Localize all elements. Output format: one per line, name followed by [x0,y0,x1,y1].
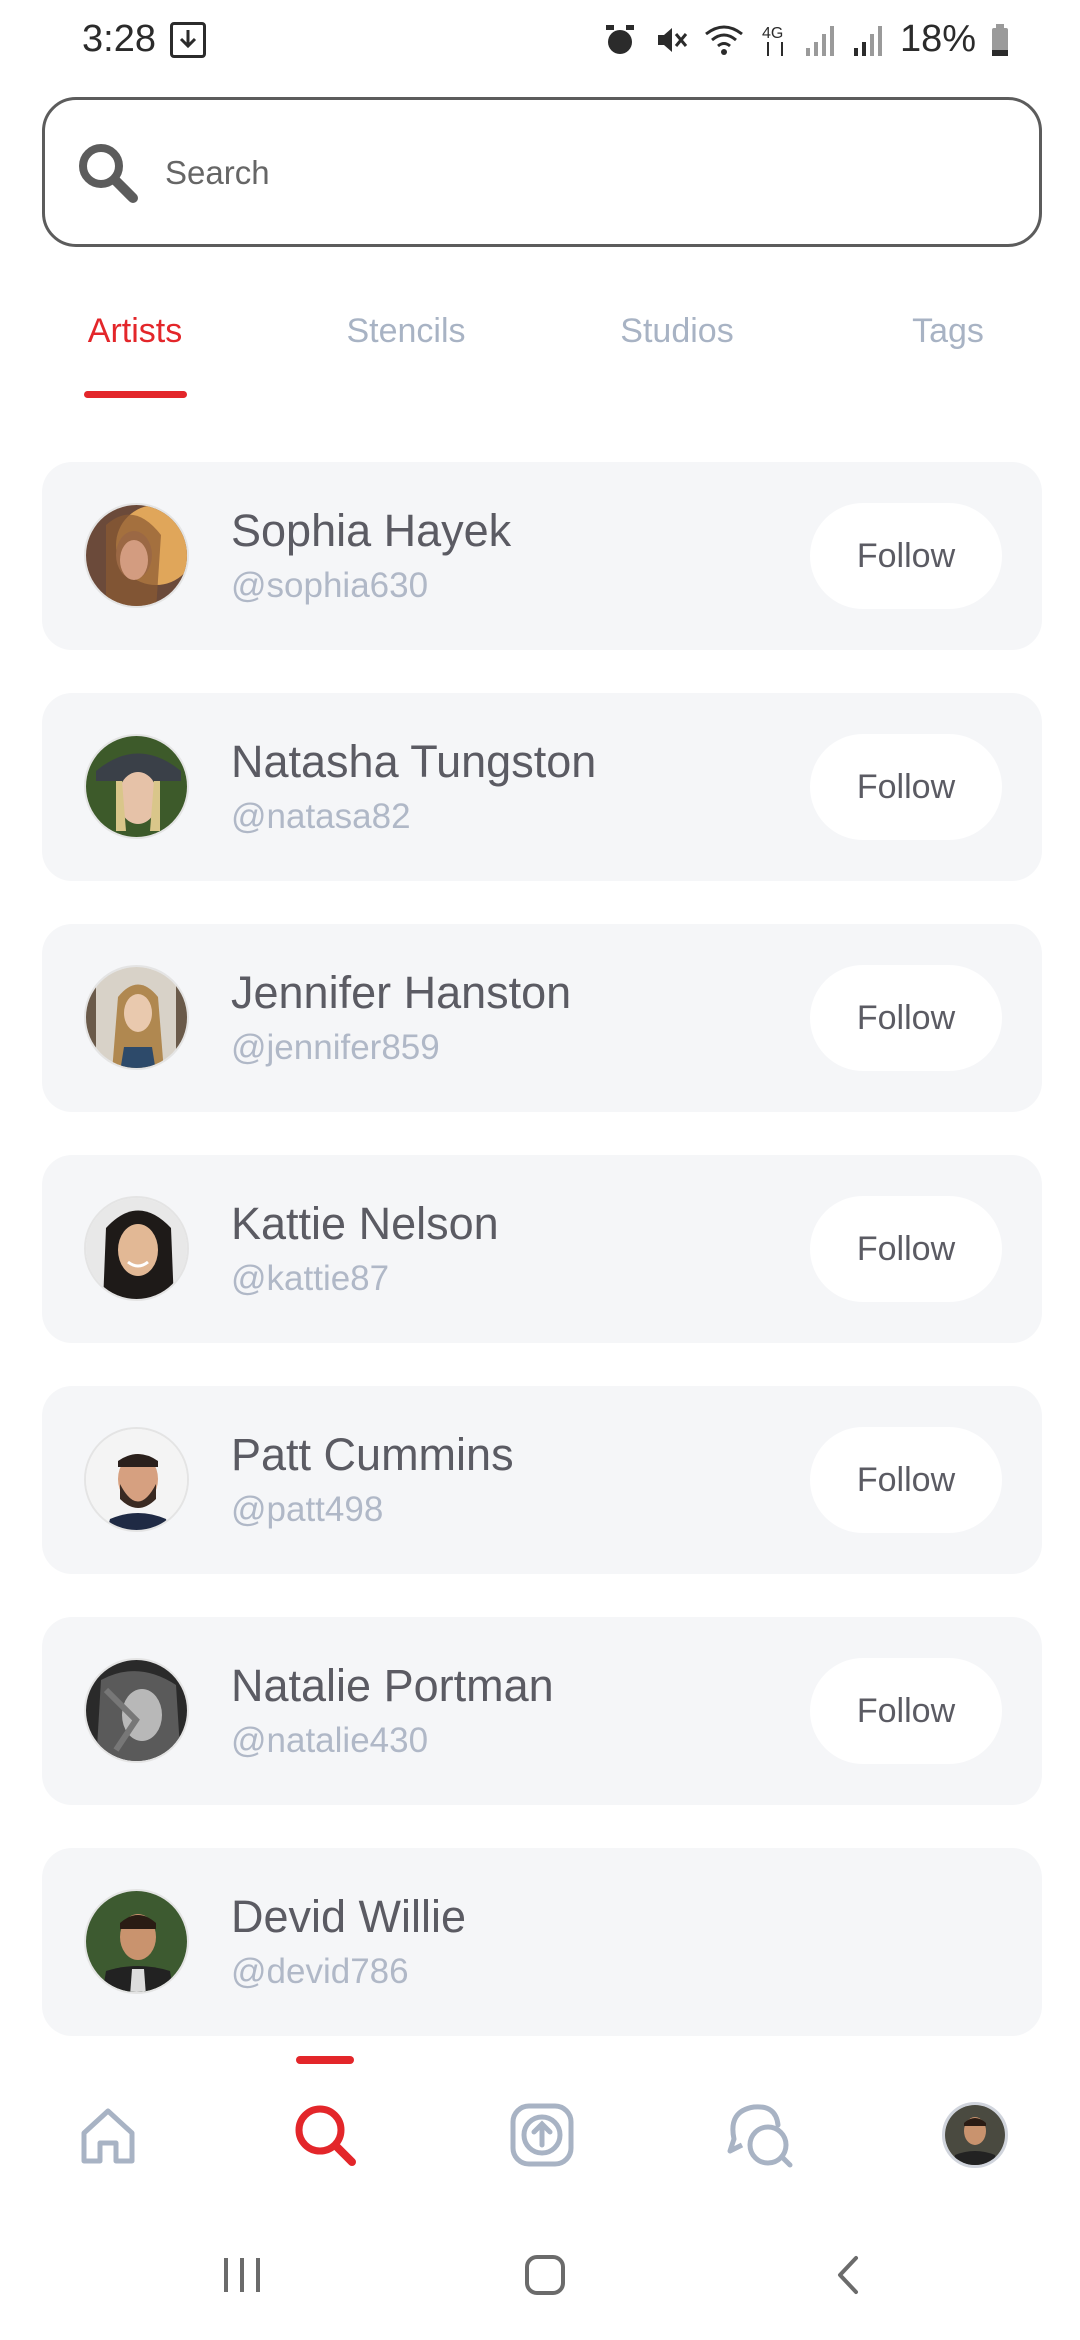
artist-handle: @patt498 [231,1490,384,1529]
follow-button[interactable]: Follow [810,1427,1002,1533]
active-nav-indicator [296,2056,354,2064]
avatar [84,1889,189,1994]
artist-list: Sophia Hayek @sophia630 Follow Natasha T… [42,462,1042,2079]
home-icon [81,2108,135,2164]
follow-button[interactable]: Follow [810,503,1002,609]
bottom-nav [0,2040,1080,2220]
search-input[interactable] [165,138,1005,208]
battery-text: 18% [899,18,976,60]
home-button-icon[interactable] [520,2250,570,2300]
artist-name: Natalie Portman [231,1660,554,1711]
status-icons: 4G 18% [602,18,1010,61]
signal-icon [805,25,834,56]
artist-card[interactable]: Devid Willie @devid786 [42,1848,1042,2036]
avatar [84,1427,189,1532]
artist-handle: @jennifer859 [231,1028,440,1067]
artist-card[interactable]: Jennifer Hanston @jennifer859 Follow [42,924,1042,1112]
tab-bar: Artists Stencils Studios Tags [0,300,1080,410]
avatar [84,1658,189,1763]
artist-name: Patt Cummins [231,1429,514,1480]
avatar [84,734,189,839]
tab-stencils[interactable]: Stencils [296,312,516,351]
follow-button[interactable]: Follow [810,1658,1002,1764]
artist-handle: @sophia630 [231,566,429,605]
search-box[interactable] [42,97,1042,247]
artist-handle: @kattie87 [231,1259,390,1298]
nav-search[interactable] [285,2095,365,2175]
artist-handle: @natalie430 [231,1721,429,1760]
artist-card[interactable]: Patt Cummins @patt498 Follow [42,1386,1042,1574]
artist-name: Jennifer Hanston [231,967,572,1018]
follow-button[interactable]: Follow [810,1196,1002,1302]
back-icon[interactable] [828,2250,868,2300]
follow-button[interactable]: Follow [810,734,1002,840]
nav-chat[interactable] [720,2095,800,2175]
screen: 3:28 4G 18% Artists Stencils Studios Tag… [0,0,1080,2340]
search-icon [295,2105,356,2166]
alarm-icon [605,24,634,54]
wifi-icon [705,25,743,55]
download-icon [170,22,206,58]
artist-name: Kattie Nelson [231,1198,499,1249]
nav-profile[interactable] [935,2095,1015,2175]
artist-handle: @devid786 [231,1952,409,1991]
4g-icon: 4G [762,25,783,56]
artist-name: Devid Willie [231,1891,467,1942]
recent-apps-icon[interactable] [220,2250,264,2300]
artist-card[interactable]: Sophia Hayek @sophia630 Follow [42,462,1042,650]
tab-artists[interactable]: Artists [25,312,245,351]
profile-avatar [942,2102,1008,2168]
artist-card[interactable]: Kattie Nelson @kattie87 Follow [42,1155,1042,1343]
signal-icon [853,25,882,56]
system-nav-bar [0,2220,1080,2340]
avatar [84,965,189,1070]
artist-name: Natasha Tungston [231,736,597,787]
artist-handle: @natasa82 [231,797,411,836]
tab-tags[interactable]: Tags [838,312,1058,351]
status-time: 3:28 [82,18,156,60]
chat-icon [727,2104,793,2168]
avatar [84,503,189,608]
artist-name: Sophia Hayek [231,505,512,556]
status-bar: 3:28 4G 18% [0,0,1080,84]
nav-upload[interactable] [502,2095,582,2175]
svg-text:4G: 4G [762,25,783,42]
mute-icon [657,27,688,52]
upload-icon [510,2103,574,2167]
search-icon [79,144,138,203]
tab-studios[interactable]: Studios [567,312,787,351]
nav-home[interactable] [68,2095,148,2175]
artist-card[interactable]: Natasha Tungston @natasa82 Follow [42,693,1042,881]
follow-button[interactable]: Follow [810,965,1002,1071]
artist-card[interactable]: Natalie Portman @natalie430 Follow [42,1617,1042,1805]
battery-icon [992,23,1008,56]
active-tab-indicator [84,391,187,398]
avatar [84,1196,189,1301]
